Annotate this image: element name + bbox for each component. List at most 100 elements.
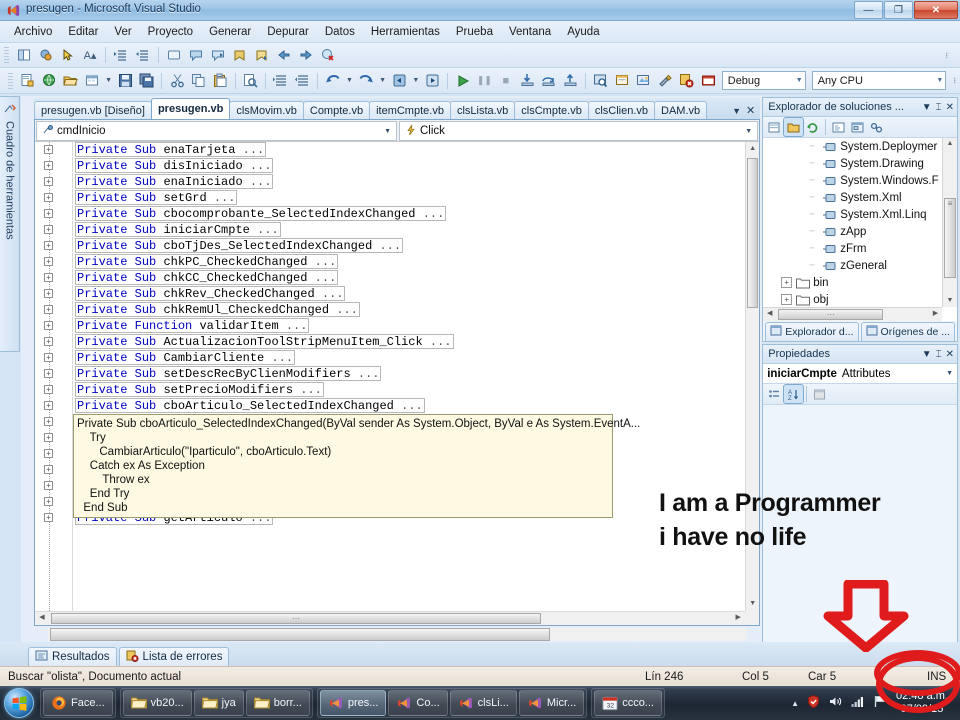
outline-expand-icon[interactable]: + bbox=[44, 417, 53, 426]
menu-item-proyecto[interactable]: Proyecto bbox=[140, 24, 201, 40]
menu-item-archivo[interactable]: Archivo bbox=[6, 24, 60, 40]
categorized-icon[interactable] bbox=[765, 385, 784, 403]
close-icon[interactable]: ✕ bbox=[946, 102, 954, 113]
properties-object-dropdown[interactable]: iniciarCmpte Attributes ▼ bbox=[763, 364, 957, 384]
dock-tab[interactable]: Orígenes de ... bbox=[860, 322, 955, 341]
toolbar-overflow-button[interactable]: ⁝ bbox=[941, 51, 952, 59]
paste-icon[interactable] bbox=[210, 71, 229, 91]
nav-back-icon[interactable] bbox=[274, 45, 294, 65]
scroll-right-button[interactable]: ▶ bbox=[731, 612, 746, 624]
tree-expand-icon[interactable]: + bbox=[781, 277, 793, 288]
undo-icon[interactable] bbox=[323, 71, 342, 91]
code-line[interactable]: Private Sub enaTarjeta ... bbox=[75, 142, 745, 158]
menu-item-prueba[interactable]: Prueba bbox=[448, 24, 501, 40]
nav-forward-icon[interactable] bbox=[296, 45, 316, 65]
outline-expand-icon[interactable]: + bbox=[44, 321, 53, 330]
bottom-tab[interactable]: Resultados bbox=[28, 647, 117, 666]
new-website-icon[interactable] bbox=[39, 71, 58, 91]
menu-item-generar[interactable]: Generar bbox=[201, 24, 259, 40]
tree-node[interactable]: ┈ System.Xml bbox=[763, 189, 942, 206]
new-project-icon[interactable] bbox=[18, 71, 37, 91]
scroll-up-button[interactable]: ▲ bbox=[746, 142, 760, 156]
tree-scroll-right-button[interactable]: ▶ bbox=[929, 308, 942, 320]
auto-hide-pin-icon[interactable]: ⌶ bbox=[936, 349, 942, 360]
outline-expand-icon[interactable]: + bbox=[44, 289, 53, 298]
tree-horizontal-scrollbar[interactable]: ◀ ⋯ ▶ bbox=[763, 307, 942, 321]
taskbar-item[interactable]: Co... bbox=[388, 690, 448, 716]
document-tab[interactable]: clsClien.vb bbox=[587, 101, 656, 119]
taskbar-item[interactable]: clsLi... bbox=[449, 690, 517, 716]
code-line[interactable]: Private Function validarItem ... bbox=[75, 318, 745, 334]
tree-node[interactable]: ┈ System.Windows.F bbox=[763, 172, 942, 189]
horizontal-scroll-thumb[interactable]: ⋯ bbox=[51, 613, 541, 624]
document-tab[interactable]: clsCmpte.vb bbox=[514, 101, 589, 119]
outline-expand-icon[interactable]: + bbox=[44, 305, 53, 314]
code-line[interactable]: Private Sub chkRemUl_CheckedChanged ... bbox=[75, 302, 745, 318]
toolbar-grip[interactable] bbox=[4, 47, 9, 63]
property-pages-icon[interactable] bbox=[810, 385, 829, 403]
tree-vertical-scrollbar[interactable]: ▲ ≡ ▼ bbox=[942, 138, 957, 307]
outline-expand-icon[interactable]: + bbox=[44, 257, 53, 266]
outline-expand-icon[interactable]: + bbox=[44, 513, 53, 522]
immediate-window-icon[interactable] bbox=[698, 71, 717, 91]
tree-node[interactable]: ┈ zGeneral bbox=[763, 257, 942, 274]
taskbar-item[interactable]: Face... bbox=[43, 690, 113, 716]
uncomment-icon[interactable] bbox=[208, 45, 228, 65]
document-tab[interactable]: presugen.vb [Diseño] bbox=[34, 101, 152, 119]
save-all-icon[interactable] bbox=[137, 71, 156, 91]
scroll-down-button[interactable]: ▼ bbox=[746, 597, 760, 611]
solution-platform-dropdown[interactable]: Any CPU ▼ bbox=[811, 71, 947, 90]
indent-icon[interactable] bbox=[111, 45, 131, 65]
taskbar-item[interactable]: vb20... bbox=[122, 690, 192, 716]
outline-expand-icon[interactable]: + bbox=[44, 161, 53, 170]
tools-icon[interactable] bbox=[655, 71, 674, 91]
scroll-left-button[interactable]: ◀ bbox=[35, 612, 49, 624]
code-line[interactable]: Private Sub CambiarCliente ... bbox=[75, 350, 745, 366]
show-all-files-icon[interactable] bbox=[783, 117, 805, 137]
minimize-button[interactable]: — bbox=[854, 1, 883, 19]
tree-node[interactable]: ┈ zApp bbox=[763, 223, 942, 240]
code-line[interactable]: Private Sub ActualizacionToolStripMenuIt… bbox=[75, 334, 745, 350]
windows-start-orb[interactable] bbox=[4, 688, 34, 718]
navigate-back-icon[interactable] bbox=[390, 71, 409, 91]
rectangle-icon[interactable] bbox=[164, 45, 184, 65]
tree-scroll-left-button[interactable]: ◀ bbox=[763, 308, 777, 320]
error-list-icon[interactable] bbox=[677, 71, 696, 91]
step-over-icon[interactable] bbox=[539, 71, 558, 91]
font-size-icon[interactable]: A▴ bbox=[80, 45, 100, 65]
copy-icon[interactable] bbox=[189, 71, 208, 91]
add-item-icon[interactable] bbox=[82, 71, 101, 91]
editor-vertical-scrollbar[interactable]: ▲ ▼ bbox=[745, 142, 760, 611]
editor-outer-scrollbar[interactable] bbox=[34, 627, 761, 642]
tree-node[interactable]: ┈ System.Xml.Linq bbox=[763, 206, 942, 223]
clear-bookmarks-icon[interactable] bbox=[318, 45, 338, 65]
menu-item-ver[interactable]: Ver bbox=[106, 24, 139, 40]
network-icon[interactable] bbox=[850, 694, 865, 712]
outdent-icon[interactable] bbox=[133, 45, 153, 65]
toolbox-dock-tab[interactable]: Cuadro de herramientas bbox=[0, 96, 20, 352]
outline-expand-icon[interactable]: + bbox=[44, 209, 53, 218]
find-icon[interactable] bbox=[241, 71, 260, 91]
toolbar-overflow-button[interactable]: ⁝ bbox=[949, 77, 960, 85]
code-line[interactable]: Private Sub setGrd ... bbox=[75, 190, 745, 206]
outer-scroll-thumb[interactable] bbox=[50, 628, 550, 641]
menu-item-depurar[interactable]: Depurar bbox=[259, 24, 317, 40]
comment-icon[interactable] bbox=[186, 45, 206, 65]
outline-expand-icon[interactable]: + bbox=[44, 353, 53, 362]
dock-tab[interactable]: Explorador d... bbox=[765, 322, 859, 341]
code-line[interactable]: Private Sub cboArticulo_SelectedIndexCha… bbox=[75, 398, 745, 414]
code-line[interactable]: Private Sub chkPC_CheckedChanged ... bbox=[75, 254, 745, 270]
stop-debug-button[interactable]: ■ bbox=[496, 71, 515, 91]
step-out-icon[interactable] bbox=[561, 71, 580, 91]
tree-scroll-down-button[interactable]: ▼ bbox=[943, 295, 957, 307]
tree-scroll-thumb[interactable]: ≡ bbox=[944, 198, 956, 278]
bookmark-next-icon[interactable] bbox=[252, 45, 272, 65]
close-button[interactable]: ✕ bbox=[914, 1, 958, 19]
save-icon[interactable] bbox=[115, 71, 134, 91]
view-code-icon[interactable] bbox=[829, 118, 848, 136]
document-tab[interactable]: clsLista.vb bbox=[449, 101, 516, 119]
properties-icon[interactable] bbox=[765, 118, 784, 136]
close-icon[interactable]: ✕ bbox=[946, 349, 954, 360]
alphabetical-icon[interactable]: AZ bbox=[783, 384, 805, 404]
undo-dropdown-arrow[interactable]: ▼ bbox=[345, 71, 355, 91]
